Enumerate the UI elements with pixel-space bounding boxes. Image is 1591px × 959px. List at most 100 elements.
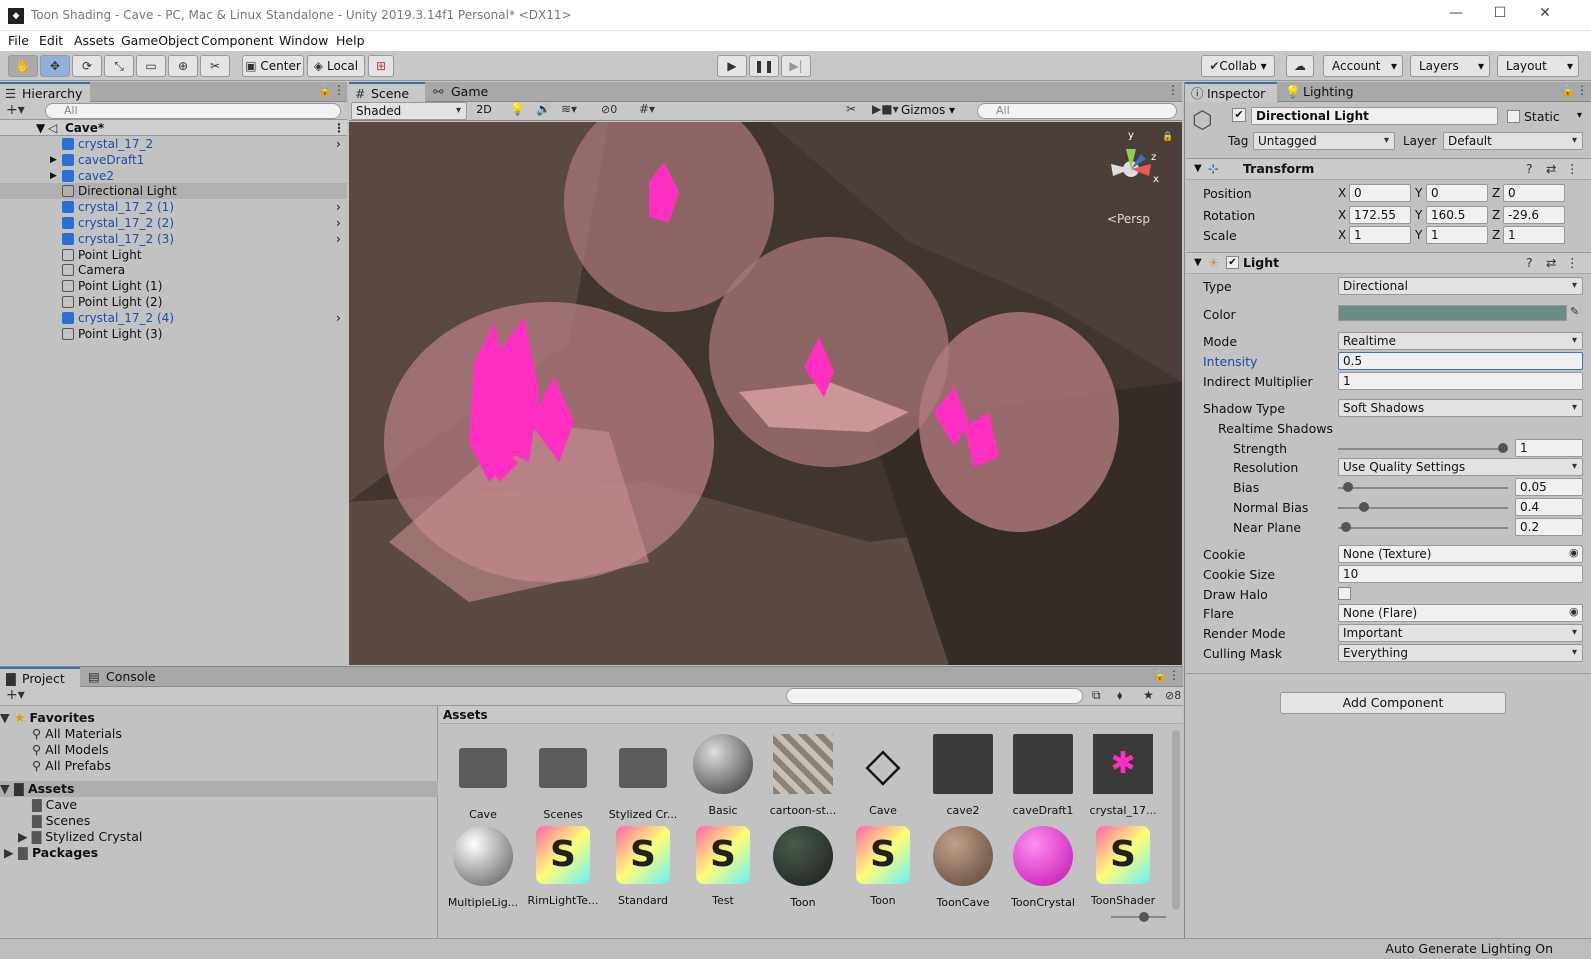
asset-item[interactable]: cave2	[925, 734, 1001, 817]
bias-slider[interactable]	[1338, 487, 1508, 489]
favorite-all-materials[interactable]: ⚲ All Materials	[32, 726, 122, 742]
expand-arrow-icon[interactable]: ▶	[50, 168, 57, 184]
maximize-icon[interactable]: ☐	[1490, 5, 1510, 25]
shading-mode-dropdown[interactable]: Shaded	[351, 102, 467, 120]
cookie-picker-icon[interactable]: ◉	[1569, 546, 1579, 559]
favorite-all-models[interactable]: ⚲ All Models	[32, 742, 109, 758]
menu-help[interactable]: Help	[336, 33, 365, 48]
hidden-objects-icon[interactable]: ⊘0	[601, 103, 617, 116]
asset-item[interactable]: S ToonShader	[1085, 826, 1161, 907]
active-checkbox[interactable]: ✔	[1232, 108, 1246, 122]
asset-scrollbar[interactable]	[1172, 730, 1180, 910]
hierarchy-item[interactable]: Point Light (2)	[0, 294, 347, 310]
camera-icon[interactable]: ▶■▾	[872, 102, 899, 116]
asset-item[interactable]: S RimLightTe...	[525, 826, 601, 907]
lock-icon[interactable]: 🔒	[318, 84, 332, 97]
close-icon[interactable]: ✕	[1535, 5, 1555, 25]
bias-field[interactable]: 0.05	[1515, 478, 1583, 496]
audio-toggle-icon[interactable]: 🔊	[536, 102, 551, 116]
scale-x-field[interactable]: 1	[1349, 226, 1411, 244]
packages-row[interactable]: ▶ ▇ Packages	[4, 845, 98, 861]
gizmos-dropdown[interactable]: Gizmos ▾	[901, 103, 955, 117]
tools-icon[interactable]: ✂	[846, 102, 856, 116]
grid-toggle-icon[interactable]: #▾	[639, 102, 655, 116]
favorite-star-icon[interactable]: ★	[1143, 688, 1154, 702]
menu-edit[interactable]: Edit	[39, 33, 63, 48]
favorites-row[interactable]: ▼ ★ Favorites	[0, 710, 95, 726]
scene-menu-dots-icon[interactable]: ⋮	[1167, 83, 1179, 97]
asset-item[interactable]: S Standard	[605, 826, 681, 907]
zoom-slider-knob[interactable]	[1139, 912, 1149, 922]
snap-icon[interactable]: ⊞	[368, 55, 394, 77]
preset-icon[interactable]: ⇄	[1546, 159, 1556, 179]
static-checkbox[interactable]	[1507, 110, 1520, 123]
scene-search-input[interactable]: All	[977, 103, 1177, 119]
light-help-icon[interactable]: ?	[1526, 253, 1533, 273]
culling-mask-dropdown[interactable]: Everything	[1338, 644, 1583, 662]
menu-file[interactable]: File	[8, 33, 29, 48]
resolution-dropdown[interactable]: Use Quality Settings	[1338, 458, 1583, 476]
tab-console[interactable]: ▤ Console	[84, 667, 164, 687]
project-search-input[interactable]	[786, 688, 1083, 704]
strength-slider-knob[interactable]	[1498, 443, 1508, 453]
asset-item[interactable]: ToonCrystal	[1005, 826, 1081, 909]
scene-orientation-gizmo[interactable]: y z x	[1101, 130, 1161, 194]
hierarchy-item[interactable]: crystal_17_2 (1) ›	[0, 199, 347, 215]
project-add-icon[interactable]: +▾	[6, 687, 25, 703]
component-menu-icon[interactable]: ⋮	[1566, 159, 1579, 179]
rotation-x-field[interactable]: 172.55	[1349, 206, 1411, 224]
expand-arrow-icon[interactable]: ▶	[50, 152, 57, 168]
asset-item[interactable]: Cave	[445, 734, 521, 821]
eyedropper-icon[interactable]: ✎	[1570, 305, 1579, 318]
near-plane-field[interactable]: 0.2	[1515, 518, 1583, 536]
move-tool-icon[interactable]: ✥	[40, 55, 70, 77]
light-type-dropdown[interactable]: Directional	[1338, 277, 1583, 295]
asset-item[interactable]: ToonCave	[925, 826, 1001, 909]
pivot-center-button[interactable]: ▣ Center	[242, 55, 304, 77]
light-mode-dropdown[interactable]: Realtime	[1338, 332, 1583, 350]
inspector-menu-icon[interactable]: ⋮	[1576, 83, 1588, 97]
hierarchy-item[interactable]: Camera	[0, 262, 347, 278]
asset-item[interactable]: Stylized Cr...	[605, 734, 681, 821]
inspector-lock-icon[interactable]: 🔒	[1561, 84, 1575, 97]
light-preset-icon[interactable]: ⇄	[1546, 253, 1556, 273]
object-name-field[interactable]: Directional Light	[1251, 107, 1498, 125]
scale-z-field[interactable]: 1	[1503, 226, 1565, 244]
tag-dropdown[interactable]: Untagged	[1253, 132, 1395, 150]
folder-cave[interactable]: ▇ Cave	[32, 797, 77, 813]
strength-slider[interactable]	[1338, 448, 1508, 450]
search-by-label-icon[interactable]: ⬧	[1117, 688, 1122, 703]
cookie-size-field[interactable]: 10	[1338, 565, 1583, 583]
tab-project[interactable]: ▇ Project	[0, 667, 80, 687]
scale-y-field[interactable]: 1	[1426, 226, 1488, 244]
layers-dropdown[interactable]: Layers ▾	[1410, 55, 1490, 77]
gizmo-lock-icon[interactable]: 🔒	[1162, 132, 1173, 142]
light-color-field[interactable]	[1338, 305, 1567, 321]
menu-assets[interactable]: Assets	[74, 33, 115, 48]
hand-tool-icon[interactable]: ✋	[8, 55, 38, 77]
near-plane-slider[interactable]	[1338, 527, 1508, 529]
cloud-icon[interactable]: ☁	[1286, 55, 1314, 77]
menu-dots-icon[interactable]: ⋮	[333, 83, 345, 97]
hierarchy-item[interactable]: Point Light	[0, 247, 347, 263]
rect-tool-icon[interactable]: ▭	[136, 55, 166, 77]
custom-tool-icon[interactable]: ✂	[200, 55, 230, 77]
render-mode-dropdown[interactable]: Important	[1338, 624, 1583, 642]
hierarchy-item[interactable]: Point Light (1)	[0, 278, 347, 294]
hierarchy-item[interactable]: crystal_17_2 (4) ›	[0, 310, 347, 326]
mode-2d-toggle[interactable]: 2D	[473, 103, 495, 116]
project-menu-icon[interactable]: ⋮	[1168, 668, 1180, 682]
asset-item[interactable]: Scenes	[525, 734, 601, 821]
folder-scenes[interactable]: ▇ Scenes	[32, 813, 90, 829]
scene-menu-icon[interactable]: ⋮	[333, 120, 345, 136]
transform-header[interactable]: ▼ ⊹ Transform ? ⇄ ⋮	[1186, 158, 1591, 180]
lighting-toggle-icon[interactable]: 💡	[510, 102, 525, 116]
search-by-type-icon[interactable]: ⧉	[1092, 688, 1101, 703]
open-prefab-icon[interactable]: ›	[336, 231, 341, 247]
hierarchy-item[interactable]: Point Light (3)	[0, 326, 347, 342]
hierarchy-item[interactable]: Directional Light	[0, 183, 347, 200]
asset-item[interactable]: Basic	[685, 734, 761, 817]
tab-hierarchy[interactable]: ☰ Hierarchy	[0, 82, 90, 102]
asset-item[interactable]: S Toon	[845, 826, 921, 907]
collab-button[interactable]: ✔Collab ▾	[1201, 55, 1275, 77]
